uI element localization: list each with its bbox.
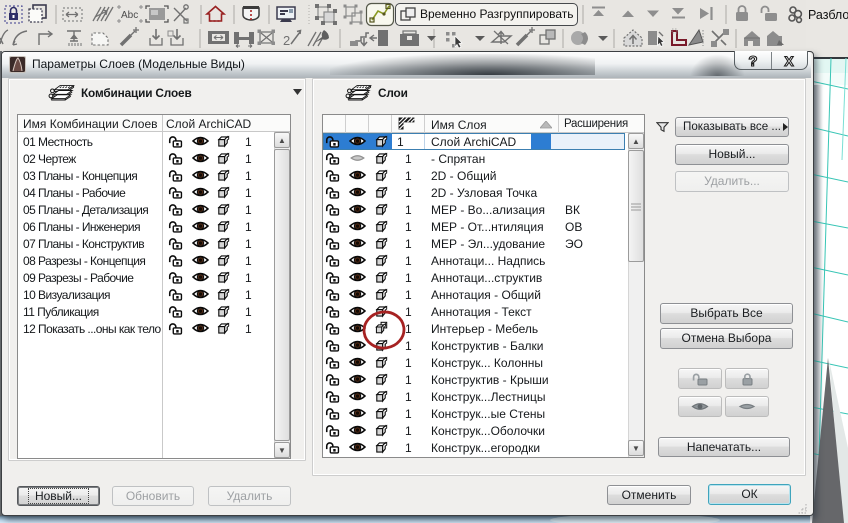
svg-text:X: X (784, 53, 794, 69)
svg-text:?: ? (748, 53, 757, 70)
svg-text:2: 2 (283, 33, 290, 48)
